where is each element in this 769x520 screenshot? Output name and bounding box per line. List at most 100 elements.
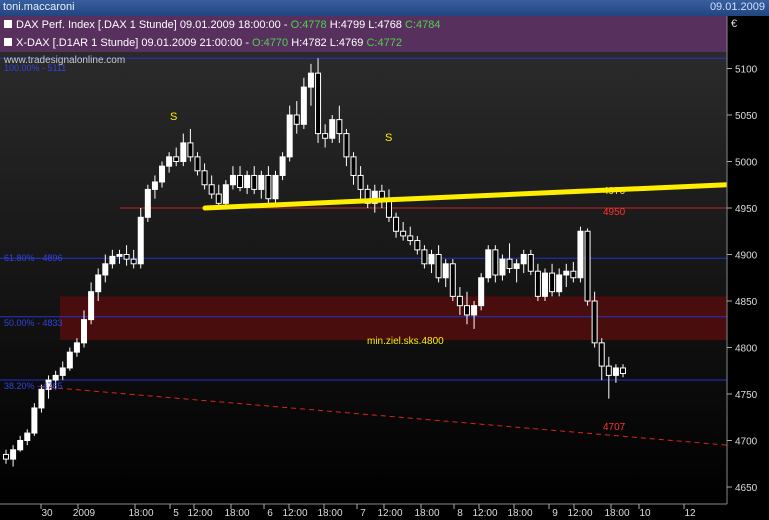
candle-body (435, 254, 442, 279)
candle-body (208, 184, 215, 195)
y-tick-label: 4800 (735, 344, 758, 355)
candle-body (3, 453, 9, 460)
fib-label-100: 100.00% - 5111 (4, 63, 66, 73)
y-tick-label: 4750 (735, 390, 758, 401)
candle-body (584, 230, 591, 302)
x-tick-label: 18:00 (414, 508, 439, 519)
shoulder-label-left: S (170, 111, 177, 123)
x-tick-label: 12:00 (472, 508, 497, 519)
candle-body (88, 291, 95, 321)
candle-body (123, 254, 130, 260)
candle-body (527, 254, 534, 272)
candle-body (598, 342, 605, 367)
legend-dax: DAX Perf. Index [.DAX 1 Stunde] 09.01.20… (16, 19, 440, 31)
y-tick-label: 5100 (735, 65, 758, 76)
candle-body (251, 174, 258, 190)
candle-body (59, 367, 66, 376)
candle-body (428, 254, 435, 265)
currency-label: € (731, 18, 737, 30)
candle-body (102, 263, 109, 276)
fib-label-6180: 61.80% - 4896 (4, 253, 63, 263)
candle-body (421, 249, 428, 265)
candle-body (556, 274, 563, 293)
candle-body (215, 193, 222, 204)
x-tick-label: 7 (360, 508, 366, 519)
candle-body (66, 351, 73, 369)
fib-label-3820: 38.20% - 4765 (4, 381, 63, 391)
label-4707: 4707 (603, 422, 626, 433)
candle-body (272, 174, 279, 200)
candle-body (471, 305, 478, 316)
x-tick-label: 30 (41, 508, 53, 519)
candle-body (52, 374, 59, 381)
candle-body (24, 432, 31, 441)
y-tick-label: 4650 (735, 483, 758, 494)
legend-dax-high: H:4799 (330, 19, 365, 31)
candle-body (513, 263, 520, 269)
legend-dax-label: DAX Perf. Index [.DAX 1 Stunde] 09.01.20… (16, 19, 291, 31)
candle-body (116, 254, 123, 257)
target-label: min.ziel.sks.4800 (367, 336, 444, 347)
candle-body (17, 440, 24, 451)
x-tick-label: 18:00 (507, 508, 532, 519)
candle-body (534, 270, 541, 297)
candle-body (286, 114, 293, 158)
legend-xdax-low: L:4769 (330, 37, 364, 49)
candle-body (73, 342, 80, 353)
x-tick-label: 18:00 (128, 508, 153, 519)
candle-body (307, 72, 314, 88)
window-titlebar: toni.maccaroni 09.01.2009 (0, 0, 769, 16)
y-tick-label: 4900 (735, 251, 758, 262)
candle-body (605, 365, 612, 376)
candle-body (563, 270, 570, 276)
x-tick-label: 2009 (73, 508, 96, 519)
x-tick-label: 18:00 (317, 508, 342, 519)
candle-body (549, 272, 556, 293)
candle-body (456, 295, 463, 307)
legend-xdax-open: O:4770 (252, 37, 288, 49)
x-tick-label: 5 (173, 508, 179, 519)
candle-body (414, 240, 421, 251)
candle-body (329, 119, 336, 139)
candle-body (31, 407, 38, 434)
candle-body (492, 249, 499, 276)
candle-body (130, 258, 137, 265)
candle-body (541, 272, 548, 297)
candle-body (237, 174, 244, 189)
y-tick-label: 4950 (735, 204, 758, 215)
candle-body (293, 114, 300, 125)
y-tick-label: 4850 (735, 297, 758, 308)
candle-body (506, 258, 513, 269)
y-tick-label: 5000 (735, 158, 758, 169)
x-tick-label: 10 (639, 508, 651, 519)
y-tick-label: 4700 (735, 437, 758, 448)
x-tick-label: 12:00 (377, 508, 402, 519)
candle-body (244, 174, 251, 189)
candle-body (485, 249, 492, 279)
fib-label-5000: 50.00% - 4833 (4, 318, 63, 328)
legend-dax-close: C:4784 (405, 19, 440, 31)
candle-body (612, 367, 619, 376)
candle-body (577, 230, 584, 279)
legend-xdax: X-DAX [.D1AR 1 Stunde] 09.01.2009 21:00:… (16, 37, 402, 49)
candle-body (300, 86, 307, 125)
candle-body (322, 133, 329, 139)
price-chart[interactable]: DAX Perf. Index [.DAX 1 Stunde] 09.01.20… (0, 16, 769, 520)
candle-body (393, 216, 400, 232)
legend-swatch-xdax (4, 38, 12, 46)
candle-body (407, 235, 414, 242)
window-title: toni.maccaroni (3, 1, 75, 13)
candle-body (10, 449, 17, 460)
x-tick-label: 12:00 (187, 508, 212, 519)
candle-body (357, 174, 364, 190)
candle-body (315, 72, 322, 135)
candle-body (520, 254, 527, 265)
candle-body (229, 174, 236, 186)
candle-body (499, 258, 506, 276)
candle-body (159, 165, 166, 183)
legend-xdax-label: X-DAX [.D1AR 1 Stunde] 09.01.2009 21:00:… (16, 37, 252, 49)
candle-body (180, 142, 187, 163)
candle-body (620, 367, 626, 375)
candle-body (336, 119, 343, 135)
candle-body (144, 188, 151, 218)
